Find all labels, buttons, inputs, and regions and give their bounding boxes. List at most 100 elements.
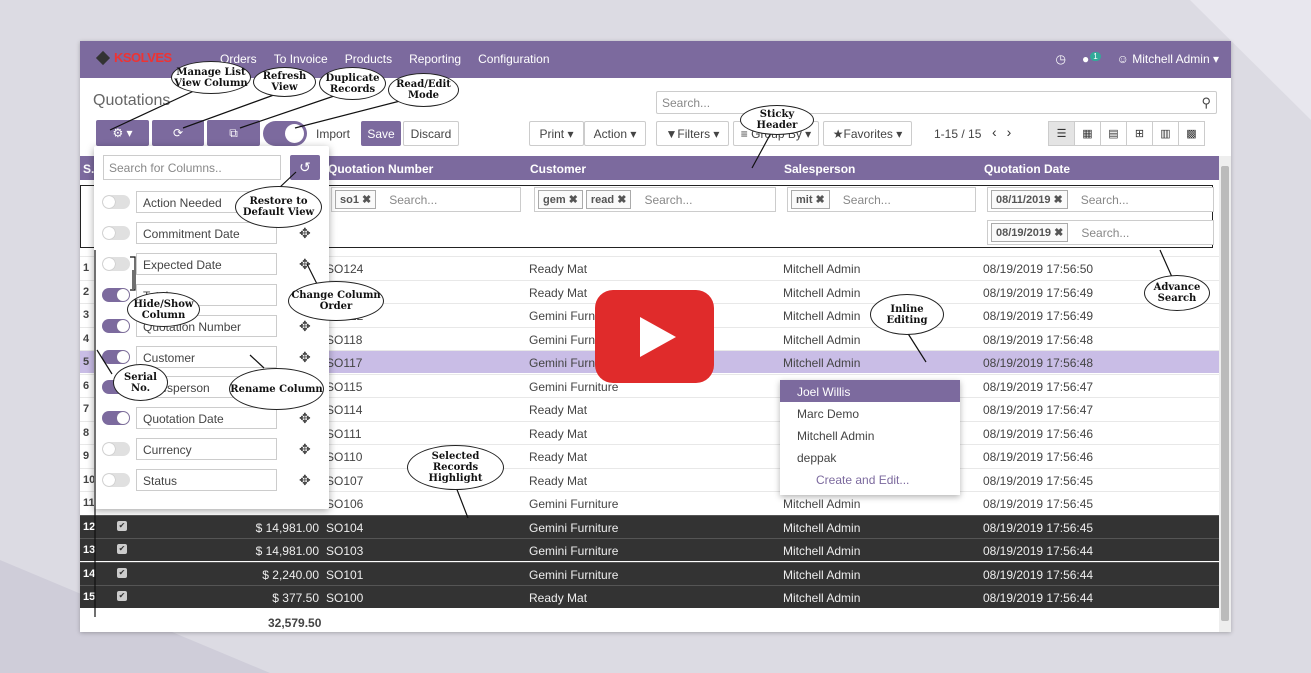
filter-chip[interactable]: read ✖: [585, 190, 632, 209]
duplicate-button[interactable]: ⧉: [207, 120, 260, 146]
column-visibility-toggle[interactable]: [102, 287, 130, 302]
drag-handle-icon[interactable]: ✥: [299, 256, 311, 273]
table-row[interactable]: 15 $ 377.50 SO100 Ready Mat Mitchell Admin 08…: [80, 585, 1219, 608]
column-visibility-toggle[interactable]: [102, 256, 130, 271]
calendar-view-icon[interactable]: ▤: [1100, 121, 1127, 146]
row-customer: Ready Mat: [529, 426, 588, 441]
read-edit-toggle[interactable]: [263, 121, 307, 146]
column-visibility-toggle[interactable]: [102, 195, 130, 209]
menu-item-to-invoice[interactable]: To Invoice: [274, 52, 328, 66]
save-button[interactable]: Save: [361, 121, 401, 146]
list-view-icon[interactable]: ☰: [1048, 121, 1075, 146]
user-menu[interactable]: ☺ Mitchell Admin ▾: [1117, 52, 1219, 66]
drag-handle-icon[interactable]: ✥: [299, 441, 311, 458]
row-quotation-date: 08/19/2019 17:56:47: [983, 403, 1094, 417]
column-visibility-toggle[interactable]: [102, 442, 130, 457]
header-serial[interactable]: S.: [83, 162, 94, 176]
row-checkbox[interactable]: ✔: [117, 567, 127, 578]
dropdown-option[interactable]: deppak: [780, 446, 960, 468]
chip-label: 08/11/2019: [996, 194, 1051, 206]
drag-handle-icon[interactable]: ✥: [299, 225, 311, 242]
filter-chip[interactable]: 08/11/2019 ✖: [991, 190, 1068, 209]
menu-item-configuration[interactable]: Configuration: [478, 52, 549, 66]
print-button[interactable]: Print ▾: [529, 121, 584, 146]
salesperson-filter-input[interactable]: mit ✖ Search...: [787, 187, 976, 212]
discard-button[interactable]: Discard: [403, 121, 459, 146]
filter-chip[interactable]: mit ✖: [791, 190, 830, 209]
refresh-button[interactable]: ⟳: [152, 120, 204, 146]
row-total: $ 2,240.00: [262, 567, 319, 582]
header-customer[interactable]: Customer: [530, 162, 586, 176]
date-from-filter-input[interactable]: 08/11/2019 ✖ Search...: [987, 187, 1214, 212]
callout-serial: Serial No.: [113, 364, 168, 401]
row-quotation-number: SO101: [326, 567, 364, 582]
row-checkbox[interactable]: ✔: [117, 591, 127, 601]
customer-filter-input[interactable]: gem ✖ read ✖ Search...: [534, 187, 776, 212]
column-visibility-toggle[interactable]: [102, 225, 130, 240]
column-name-input[interactable]: Quotation Date: [136, 407, 277, 430]
table-row[interactable]: 13 $ 14,981.00 SO103 Gemini Furniture Mitche…: [80, 538, 1219, 561]
column-visibility-toggle[interactable]: [102, 473, 130, 488]
favorites-button[interactable]: ★ Favorites ▾: [823, 121, 912, 146]
callout-inline-editing: Inline Editing: [870, 294, 944, 335]
column-name-input[interactable]: Customer: [136, 345, 277, 368]
header-salesperson[interactable]: Salesperson: [784, 162, 855, 176]
row-quotation-date: 08/19/2019 17:56:48: [983, 332, 1094, 347]
dropdown-option[interactable]: Marc Demo: [780, 402, 960, 424]
kanban-view-icon[interactable]: ▦: [1074, 121, 1101, 146]
chevron-left-icon[interactable]: ‹: [992, 124, 1007, 140]
logo-icon: [95, 50, 111, 66]
drag-handle-icon[interactable]: ✥: [299, 349, 311, 366]
drag-handle-icon[interactable]: ✥: [299, 318, 311, 335]
row-quotation-date: 08/19/2019 17:56:46: [983, 426, 1094, 441]
number-filter-input[interactable]: so1 ✖ Search...: [331, 187, 521, 212]
drag-handle-icon[interactable]: ✥: [299, 410, 311, 427]
pivot-view-icon[interactable]: ⊞: [1126, 121, 1153, 146]
filter-chip[interactable]: 08/19/2019 ✖: [991, 223, 1069, 242]
column-visibility-toggle[interactable]: [102, 411, 130, 426]
header-quotation-date[interactable]: Quotation Date: [984, 162, 1070, 176]
action-button[interactable]: Action ▾: [584, 121, 646, 146]
graph-view-icon[interactable]: ▥: [1152, 121, 1179, 146]
menu-item-reporting[interactable]: Reporting: [409, 52, 461, 66]
row-checkbox[interactable]: ✔: [117, 520, 127, 531]
scrollbar[interactable]: [1219, 156, 1231, 632]
column-name-input[interactable]: Currency: [136, 438, 277, 461]
table-row[interactable]: 14 $ 2,240.00 SO101 Gemini Furniture Mitchel…: [80, 561, 1219, 585]
create-and-edit-option[interactable]: Create and Edit...: [780, 468, 960, 490]
import-button[interactable]: Import: [310, 121, 356, 146]
column-visibility-toggle[interactable]: [102, 318, 130, 333]
activity-view-icon[interactable]: ▩: [1178, 121, 1205, 146]
restore-default-button[interactable]: ↺: [290, 155, 320, 180]
dropdown-option[interactable]: Mitchell Admin: [780, 424, 960, 446]
row-quotation-number: SO100: [326, 591, 364, 605]
scrollbar-thumb[interactable]: [1221, 166, 1229, 621]
row-salesperson: Mitchell Admin: [783, 520, 861, 535]
column-name-input[interactable]: Status: [136, 469, 277, 492]
column-setting-row: Quotation Date ✥: [94, 407, 329, 438]
date-to-filter-input[interactable]: 08/19/2019 ✖ Search...: [987, 220, 1214, 245]
chat-icon[interactable]: ● 1: [1082, 52, 1101, 66]
header-quotation-number[interactable]: Quotation Number: [328, 162, 433, 176]
drag-handle-icon[interactable]: ✥: [299, 472, 311, 489]
row-checkbox[interactable]: ✔: [117, 544, 127, 554]
brand-logo[interactable]: KSOLVES: [95, 50, 172, 66]
clock-icon[interactable]: ◷: [1055, 52, 1065, 66]
column-search-input[interactable]: Search for Columns..: [103, 155, 281, 180]
video-play-button[interactable]: [595, 290, 714, 383]
filter-chip[interactable]: gem ✖: [538, 190, 583, 209]
menu-item-products[interactable]: Products: [345, 52, 392, 66]
row-customer: Gemini Furniture: [529, 567, 619, 582]
chip-label: so1: [340, 194, 359, 206]
search-icon[interactable]: ⚲: [1201, 95, 1211, 111]
chevron-right-icon[interactable]: ›: [1007, 124, 1022, 140]
manage-columns-button[interactable]: ⚙ ▾: [96, 120, 149, 146]
filters-button[interactable]: ▼ Filters ▾: [656, 121, 729, 146]
table-row[interactable]: 12 $ 14,981.00 SO104 Gemini Furniture Mitche…: [80, 514, 1219, 538]
dropdown-option[interactable]: Joel Willis: [780, 380, 960, 402]
column-name-input[interactable]: Expected Date: [136, 252, 277, 275]
filter-chip[interactable]: so1 ✖: [335, 190, 377, 209]
row-quotation-date: 08/19/2019 17:56:46: [983, 450, 1094, 464]
row-customer: Gemini Furniture: [529, 520, 619, 535]
column-visibility-toggle[interactable]: [102, 349, 130, 364]
